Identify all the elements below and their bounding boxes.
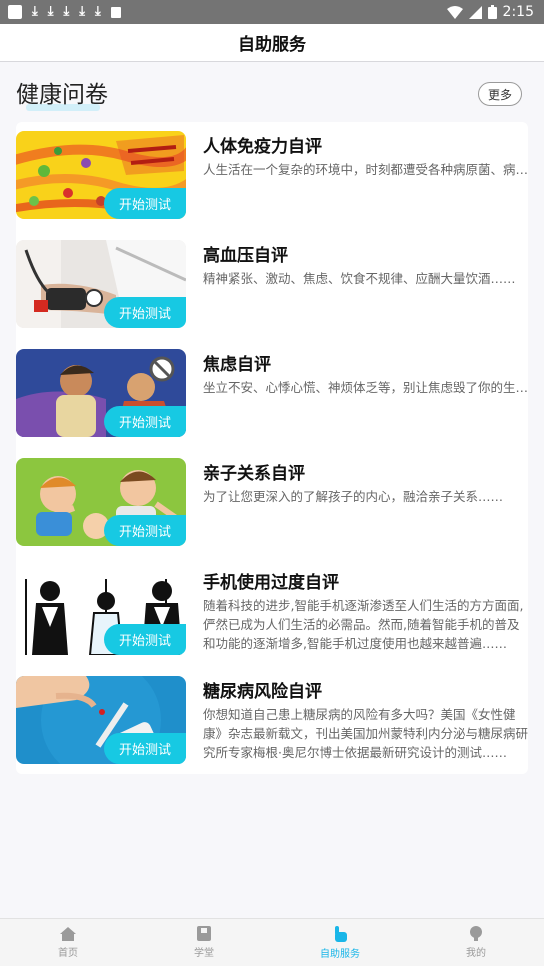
card-title: 人体免疫力自评: [203, 137, 322, 157]
start-test-button[interactable]: 开始测试: [104, 515, 186, 546]
card-description: 精神紧张、激动、焦虑、饮食不规律、应酬大量饮酒……: [203, 271, 516, 286]
signal-icon: [468, 5, 482, 19]
list-item-phone-overuse[interactable]: 开始测试 手机使用过度自评 随着科技的进步,智能手机逐渐渗透至人们生活的方方面面…: [16, 558, 528, 655]
phone-overuse-thumbnail: 开始测试: [16, 567, 186, 655]
nav-bar: 自助服务: [0, 24, 544, 62]
notification-icons: ⤓ ⤓ ⤓ ⤓ ⤓: [8, 5, 121, 19]
section-header: 健康问卷 更多: [16, 80, 526, 112]
list-item-hypertension[interactable]: 开始测试 高血压自评 精神紧张、激动、焦虑、饮食不规律、应酬大量饮酒……: [16, 231, 528, 328]
tab-profile[interactable]: 我的: [408, 919, 544, 966]
list-item-anxiety[interactable]: 开始测试 焦虑自评 坐立不安、心悸心慌、神烦体乏等，别让焦虑毁了你的生活……: [16, 340, 529, 437]
diabetes-thumbnail: 开始测试: [16, 676, 186, 764]
hand-pointer-icon: [335, 925, 347, 942]
card-title: 手机使用过度自评: [203, 573, 339, 593]
download-icon: ⤓: [95, 4, 101, 19]
status-bar: ⤓ ⤓ ⤓ ⤓ ⤓ 2:15: [0, 0, 544, 24]
section-title: 健康问卷: [16, 82, 108, 108]
card-description: 随着科技的进步,智能手机逐渐渗透至人们生活的方方面面,俨然已成为人们生活的必需品…: [203, 598, 524, 651]
card-title: 糖尿病风险自评: [203, 682, 322, 702]
parent-child-thumbnail: 开始测试: [16, 458, 186, 546]
card-description: 人生活在一个复杂的环境中，时刻都遭受各种病原菌、病毒、寄生虫的侵袭……: [203, 162, 529, 177]
card-title: 亲子关系自评: [203, 464, 305, 484]
card-description: 为了让您更深入的了解孩子的内心，融洽亲子关系……: [203, 489, 504, 504]
list-item-immunity[interactable]: 开始测试 人体免疫力自评 人生活在一个复杂的环境中，时刻都遭受各种病原菌、病毒、…: [16, 122, 529, 219]
user-icon: [470, 926, 482, 941]
card-description: 你想知道自己患上糖尿病的风险有多大吗？美国《女性健康》杂志最新载文，刊出美国加州…: [203, 707, 529, 760]
immunity-thumbnail: 开始测试: [16, 131, 186, 219]
download-icon: ⤓: [79, 4, 85, 19]
bottom-tab-bar: 首页 学堂 自助服务 我的: [0, 918, 544, 966]
download-icon: ⤓: [63, 4, 70, 19]
download-icon: ⤓: [47, 4, 54, 19]
card-title: 高血压自评: [203, 246, 288, 266]
tab-label: 我的: [466, 948, 486, 959]
tab-home[interactable]: 首页: [0, 919, 136, 966]
home-icon: [60, 926, 76, 941]
start-test-button[interactable]: 开始测试: [104, 188, 186, 219]
app-notification-icon: [8, 5, 22, 19]
battery-icon: [487, 5, 497, 19]
wifi-icon: [446, 5, 463, 19]
start-test-button[interactable]: 开始测试: [104, 297, 186, 328]
start-test-button[interactable]: 开始测试: [104, 733, 186, 764]
status-time: 2:15: [502, 4, 534, 20]
hypertension-thumbnail: 开始测试: [16, 240, 186, 328]
book-icon: [197, 926, 211, 941]
tab-label: 自助服务: [320, 948, 360, 960]
more-button[interactable]: 更多: [478, 82, 522, 106]
tab-school[interactable]: 学堂: [136, 919, 272, 966]
card-description: 坐立不安、心悸心慌、神烦体乏等，别让焦虑毁了你的生活……: [203, 380, 529, 395]
list-item-parent-child[interactable]: 开始测试 亲子关系自评 为了让您更深入的了解孩子的内心，融洽亲子关系……: [16, 449, 528, 546]
image-icon: [110, 6, 121, 18]
page-title: 自助服务: [238, 35, 306, 55]
start-test-button[interactable]: 开始测试: [104, 406, 186, 437]
list-item-diabetes[interactable]: 开始测试 糖尿病风险自评 你想知道自己患上糖尿病的风险有多大吗？美国《女性健康》…: [16, 667, 529, 764]
card-title: 焦虑自评: [203, 355, 271, 375]
download-icon: ⤓: [32, 4, 38, 19]
tab-label: 首页: [58, 947, 78, 959]
tab-self-service[interactable]: 自助服务: [272, 919, 408, 966]
questionnaire-list: 开始测试 人体免疫力自评 人生活在一个复杂的环境中，时刻都遭受各种病原菌、病毒、…: [16, 122, 529, 774]
anxiety-thumbnail: 开始测试: [16, 349, 186, 437]
start-test-button[interactable]: 开始测试: [104, 624, 186, 655]
tab-label: 学堂: [194, 948, 214, 959]
